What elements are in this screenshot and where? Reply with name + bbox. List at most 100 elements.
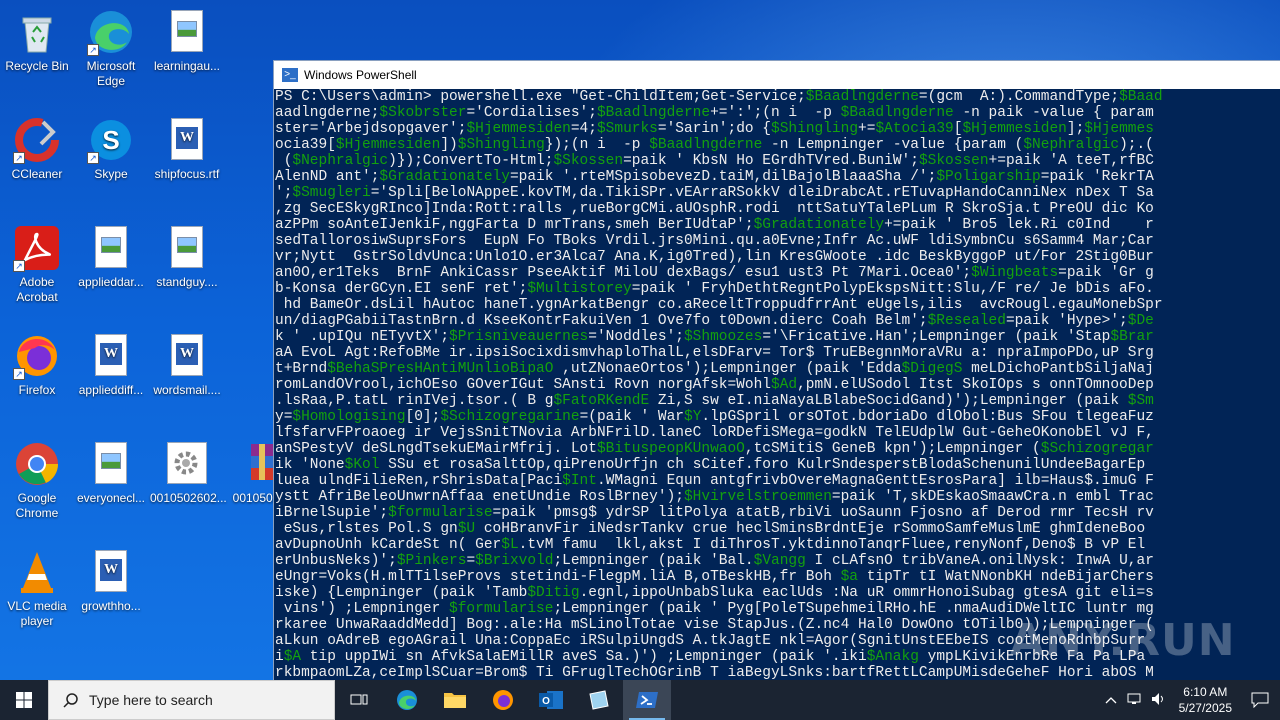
desktop-icon-label: Microsoft Edge <box>86 59 136 88</box>
settings-file-icon <box>163 440 211 488</box>
console-line: lfsfarvFProaoeg ir VejsSnitTNovia ArbNFr… <box>275 425 1154 441</box>
shortcut-arrow-icon: ↗ <box>13 260 25 272</box>
console-line: ystt AfriBeleoUnwrnAffaa enetUndie RoslB… <box>275 489 1154 505</box>
desktop-icon-applieddiff[interactable]: W applieddiff... <box>74 332 148 398</box>
console-line: ($Nephralgic)});ConvertTo-Html;$Skossen=… <box>275 153 1154 169</box>
powershell-icon: >_ <box>282 68 298 82</box>
start-button[interactable] <box>0 680 48 720</box>
desktop-icon-growthho[interactable]: W growthho... <box>74 548 148 614</box>
svg-text:O: O <box>542 696 550 707</box>
notifications-button[interactable] <box>1240 692 1280 708</box>
console-line: iske) {Lempninger (paik 'Tamb$Ditig.egnl… <box>275 585 1154 601</box>
taskbar-firefox[interactable] <box>479 680 527 720</box>
volume-icon[interactable] <box>1147 692 1171 709</box>
edge-icon <box>397 690 417 710</box>
desktop-icon-skype[interactable]: S ↗ Skype <box>74 116 148 182</box>
console-line: k ' .upIQu nETyvtX';$Prisniveauernes='No… <box>275 329 1154 345</box>
window-titlebar[interactable]: >_ Windows PowerShell <box>274 61 1280 89</box>
task-view-icon <box>350 694 368 705</box>
console-line: romLandOVrool,ichOEso GOverIGut SAnsti R… <box>275 377 1154 393</box>
network-icon[interactable] <box>1123 692 1147 709</box>
desktop-icon-recycle-bin[interactable]: Recycle Bin <box>0 8 74 74</box>
desktop-icon-applieddar[interactable]: applieddar... <box>74 224 148 290</box>
chrome-icon <box>13 440 61 488</box>
app-icon <box>589 690 609 710</box>
console-line: ,zg SecESkygRInco]Inda:Rott:ralls ,rueBo… <box>275 201 1154 217</box>
shortcut-arrow-icon: ↗ <box>87 152 99 164</box>
search-icon <box>63 693 78 708</box>
desktop-icon-learningau[interactable]: learningau... <box>150 8 224 74</box>
taskbar-edge[interactable] <box>383 680 431 720</box>
system-tray: 6:10 AM 5/27/2025 <box>1099 680 1280 720</box>
desktop-icon-firefox[interactable]: ↗ Firefox <box>0 332 74 398</box>
shortcut-arrow-icon: ↗ <box>87 44 99 56</box>
search-placeholder: Type here to search <box>89 692 213 708</box>
desktop-icon-shipfocus[interactable]: W shipfocus.rtf <box>150 116 224 182</box>
clock-time: 6:10 AM <box>1183 685 1228 699</box>
console-line: luea ulndFilieRen,rShrisData[Paci$Int.WM… <box>275 473 1154 489</box>
desktop-icon-adobe-acrobat[interactable]: ↗ Adobe Acrobat <box>0 224 74 305</box>
console-line: AlenND ant';$Gradationately=paik '.rteMS… <box>275 169 1154 185</box>
desktop-icon-label: Firefox <box>18 383 56 397</box>
recycle-bin-icon <box>13 8 61 56</box>
shortcut-arrow-icon: ↗ <box>13 368 25 380</box>
desktop-icon-label: shipfocus.rtf <box>154 167 220 181</box>
taskbar-app[interactable] <box>575 680 623 720</box>
image-file-icon <box>163 8 211 56</box>
chevron-up-icon[interactable] <box>1099 693 1123 707</box>
word-doc-icon: W <box>87 548 135 596</box>
desktop-icon-microsoft-edge[interactable]: ↗ Microsoft Edge <box>74 8 148 89</box>
powershell-window[interactable]: >_ Windows PowerShell PS C:\Users\admin>… <box>273 60 1280 680</box>
acrobat-icon: ↗ <box>13 224 61 272</box>
taskbar-powershell[interactable] <box>623 680 671 720</box>
clock[interactable]: 6:10 AM 5/27/2025 <box>1171 684 1240 716</box>
console-line: avDupnoUnh kCardeSt n( Ger$L.tvM famu lk… <box>275 537 1146 553</box>
console-output[interactable]: PS C:\Users\admin> powershell.exe "Get-C… <box>274 89 1280 680</box>
desktop-icon-standguy[interactable]: standguy.... <box>150 224 224 290</box>
taskbar-outlook[interactable]: O <box>527 680 575 720</box>
taskbar-file-explorer[interactable] <box>431 680 479 720</box>
console-line: azPPm soAnteIJenkiF,nggFarta D mrTrans,s… <box>275 217 1154 233</box>
window-title: Windows PowerShell <box>304 68 417 82</box>
console-line: .lsRaa,P.tatL rinIVej.tsor.( B g$FatoRKe… <box>275 393 1154 409</box>
desktop-icon-0010502602[interactable]: 0010502602... <box>150 440 227 506</box>
notification-icon <box>1251 692 1269 708</box>
desktop-icon-everyonecl[interactable]: everyonecl... <box>74 440 148 506</box>
desktop-icon-label: Skype <box>94 167 128 181</box>
console-line: PS C:\Users\admin> powershell.exe "Get-C… <box>275 89 1163 105</box>
firefox-icon: ↗ <box>13 332 61 380</box>
desktop-icon-vlc[interactable]: VLC media player <box>0 548 74 629</box>
console-line: ster='Arbejdsopgaver';$Hjemmesiden=4;$Sm… <box>275 121 1154 137</box>
desktop-icon-label: everyonecl... <box>76 491 146 505</box>
image-file-icon <box>87 224 135 272</box>
console-line: t+Brnd$BehaSPresHAntiMUnlioBipaO ,utZNon… <box>275 361 1154 377</box>
image-file-icon <box>163 224 211 272</box>
taskbar: Type here to search O 6:10 AM 5/27/2025 <box>0 680 1280 720</box>
taskbar-search-box[interactable]: Type here to search <box>48 680 335 720</box>
powershell-icon <box>636 692 658 708</box>
desktop-icon-label: applieddiff... <box>78 383 144 397</box>
desktop: Recycle Bin ↗ CCleaner ↗ Adobe Acrobat ↗… <box>0 0 1280 680</box>
console-line: aadlngderne;$Skobrster='Cordialises';$Ba… <box>275 105 1154 121</box>
desktop-icon-google-chrome[interactable]: Google Chrome <box>0 440 74 521</box>
console-line: rkbmpaomLZa,ceImplSCuar=Brom$ Ti GFruglT… <box>275 665 1154 680</box>
console-line: un/diagPGabiiTastnBrn.d KseeKontrFakuiVe… <box>275 313 1154 329</box>
console-line: b-Konsa derGCyn.EI senF ret';$Multistore… <box>275 281 1154 297</box>
desktop-icon-wordsmail[interactable]: W wordsmail.... <box>150 332 224 398</box>
desktop-icon-label: 0010502602... <box>150 491 227 505</box>
folder-icon <box>444 693 466 708</box>
desktop-icon-ccleaner[interactable]: ↗ CCleaner <box>0 116 74 182</box>
vlc-icon <box>13 548 61 596</box>
desktop-icon-label: growthho... <box>81 599 141 613</box>
svg-text:S: S <box>102 125 119 155</box>
task-view-button[interactable] <box>335 680 383 720</box>
console-line: eUngr=Voks(H.mlTTilseProvs stetindi-Fleg… <box>275 569 1154 585</box>
console-line: vr;Nytt GstrSoldvUnca:Unlo1O.er3Alca7 An… <box>275 249 1154 265</box>
outlook-icon: O <box>539 691 563 709</box>
ccleaner-icon: ↗ <box>13 116 61 164</box>
console-line: iBrnelSupie';$formularise=paik 'pmsg$ yd… <box>275 505 1154 521</box>
desktop-icon-label: Google Chrome <box>15 491 59 520</box>
desktop-icon-label: learningau... <box>153 59 221 73</box>
console-line: hd BameOr.dsLil hAutoc haneT.ygnArkatBen… <box>275 297 1163 313</box>
console-line: erUnbusNeks)';$Pinkers=$Brixvold;Lempnin… <box>275 553 1154 569</box>
